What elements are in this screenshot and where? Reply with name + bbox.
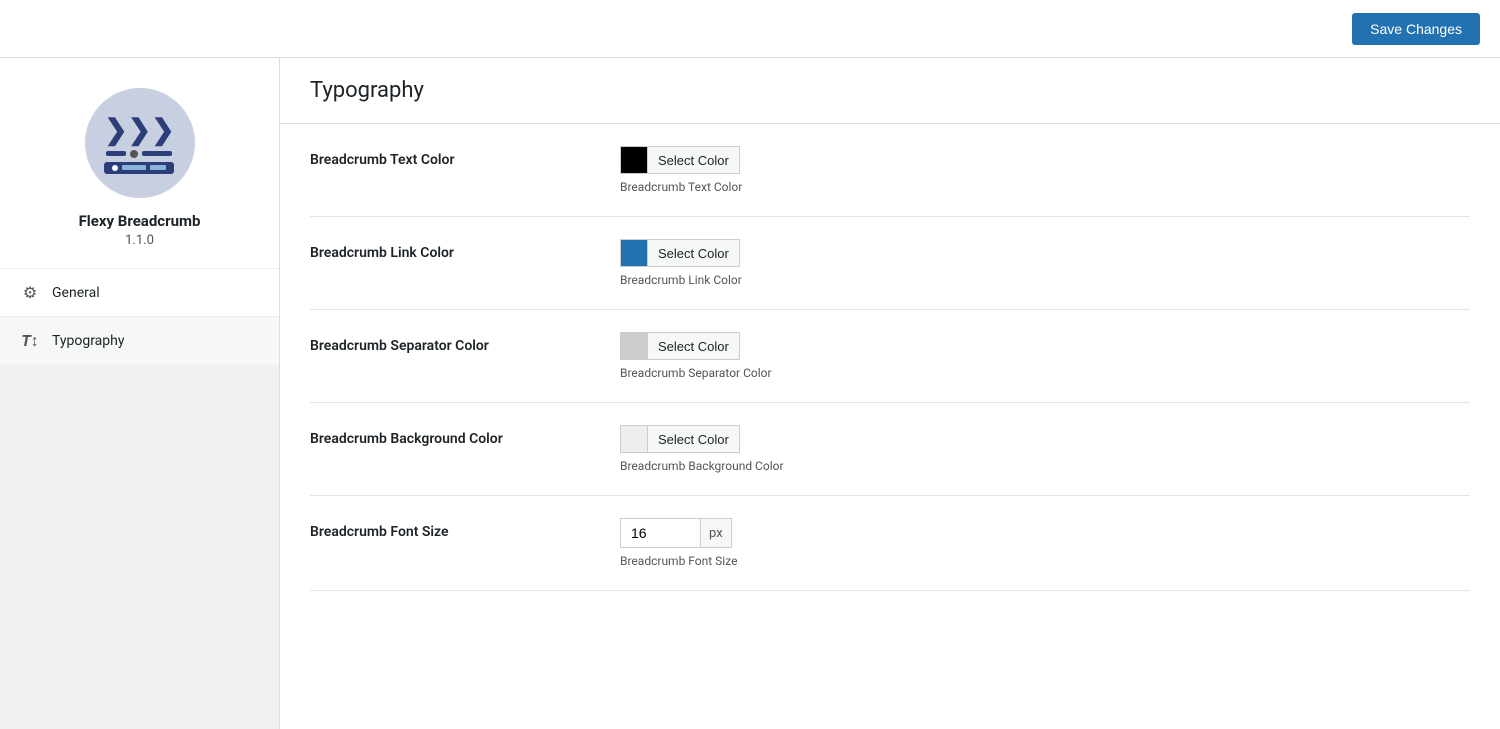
setting-row-text-color: Breadcrumb Text Color Select Color Bread… [310,124,1470,217]
setting-hint-bg-color: Breadcrumb Background Color [620,459,784,473]
sidebar-item-general[interactable]: ⚙ General [0,269,279,317]
main-layout: ❯❯❯ Flexy Breadcr [0,58,1500,729]
select-color-button-link-color[interactable]: Select Color [648,239,740,267]
sidebar-item-typography-label: Typography [52,333,124,349]
sidebar-rest [0,366,279,729]
sidebar: ❯❯❯ Flexy Breadcr [0,58,280,729]
color-picker-row-text-color: Select Color [620,146,742,174]
typography-icon: T↕ [20,331,40,351]
top-bar: Save Changes [0,0,1500,58]
logo-card [104,162,174,174]
color-swatch-bg-color[interactable] [620,425,648,453]
setting-control-link-color: Select Color Breadcrumb Link Color [620,239,742,287]
setting-row-link-color: Breadcrumb Link Color Select Color Bread… [310,217,1470,310]
logo-card-dot [112,165,118,171]
color-picker-row-separator-color: Select Color [620,332,772,360]
setting-hint-separator-color: Breadcrumb Separator Color [620,366,772,380]
font-size-unit: px [700,518,732,548]
plugin-name: Flexy Breadcrumb [79,212,201,230]
color-picker-row-link-color: Select Color [620,239,742,267]
setting-label-font-size: Breadcrumb Font Size [310,518,590,540]
plugin-logo: ❯❯❯ [85,88,195,198]
color-swatch-link-color[interactable] [620,239,648,267]
setting-row-font-size: Breadcrumb Font Size px Breadcrumb Font … [310,496,1470,591]
logo-line-mid [142,151,172,156]
select-color-button-bg-color[interactable]: Select Color [648,425,740,453]
logo-card-rect-2 [150,165,166,170]
page-title: Typography [280,58,1500,124]
color-swatch-separator-color[interactable] [620,332,648,360]
setting-label-separator-color: Breadcrumb Separator Color [310,332,590,354]
setting-row-bg-color: Breadcrumb Background Color Select Color… [310,403,1470,496]
setting-label-link-color: Breadcrumb Link Color [310,239,590,261]
setting-row-separator-color: Breadcrumb Separator Color Select Color … [310,310,1470,403]
setting-control-font-size: px Breadcrumb Font Size [620,518,737,568]
select-color-button-text-color[interactable]: Select Color [648,146,740,174]
setting-hint-link-color: Breadcrumb Link Color [620,273,742,287]
gear-icon: ⚙ [20,283,40,302]
color-swatch-text-color[interactable] [620,146,648,174]
plugin-info: ❯❯❯ Flexy Breadcr [0,58,279,269]
plugin-version: 1.1.0 [125,233,154,248]
setting-control-text-color: Select Color Breadcrumb Text Color [620,146,742,194]
save-button[interactable]: Save Changes [1352,13,1480,45]
sidebar-item-typography[interactable]: T↕ Typography [0,317,279,366]
logo-inner: ❯❯❯ [104,113,174,174]
setting-label-bg-color: Breadcrumb Background Color [310,425,590,447]
logo-line-short [106,151,126,156]
setting-control-separator-color: Select Color Breadcrumb Separator Color [620,332,772,380]
font-size-input[interactable] [620,518,700,548]
setting-hint-font-size: Breadcrumb Font Size [620,554,737,568]
logo-arrows-icon: ❯❯❯ [104,113,174,146]
content-area: Typography Breadcrumb Text Color Select … [280,58,1500,729]
logo-bar-1 [106,150,172,158]
setting-label-text-color: Breadcrumb Text Color [310,146,590,168]
settings-section: Breadcrumb Text Color Select Color Bread… [280,124,1500,591]
color-picker-row-bg-color: Select Color [620,425,784,453]
arrow-right-icon: ❯❯❯ [104,113,174,146]
font-size-row: px [620,518,737,548]
sidebar-item-general-label: General [52,285,100,301]
logo-dot [130,150,138,158]
logo-card-rect-1 [122,165,146,170]
app-wrapper: Save Changes ❯❯❯ [0,0,1500,729]
sidebar-nav: ⚙ General T↕ Typography [0,269,279,366]
setting-hint-text-color: Breadcrumb Text Color [620,180,742,194]
setting-control-bg-color: Select Color Breadcrumb Background Color [620,425,784,473]
select-color-button-separator-color[interactable]: Select Color [648,332,740,360]
